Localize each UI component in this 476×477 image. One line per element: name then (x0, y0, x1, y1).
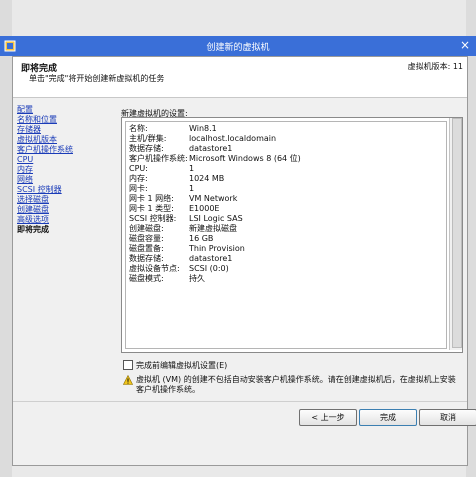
settings-row: 内存: 1024 MB (129, 174, 443, 184)
settings-key: 磁盘容量: (129, 234, 164, 243)
settings-list: 名称: Win8.1 主机/群集: localhost.localdomain 数据… (125, 121, 447, 349)
settings-row: 名称: Win8.1 (129, 124, 443, 134)
nav-item-storage[interactable]: 存储器 (17, 125, 117, 135)
settings-value: 1 (189, 184, 195, 193)
settings-value: localhost.localdomain (189, 134, 277, 143)
settings-key: 磁盘置备: (129, 244, 164, 253)
nav-item-select-disk[interactable]: 选择磁盘 (17, 195, 117, 205)
settings-key: 主机/群集: (129, 134, 167, 143)
vm-version-label: 虚拟机版本: 11 (407, 62, 463, 71)
settings-row: 客户机操作系统: Microsoft Windows 8 (64 位) (129, 154, 443, 164)
nav-item-vm-version[interactable]: 虚拟机版本 (17, 135, 117, 145)
settings-key: 创建磁盘: (129, 224, 164, 233)
settings-value: VM Network (189, 194, 238, 203)
settings-value: 1024 MB (189, 174, 225, 183)
settings-value: Thin Provision (189, 244, 245, 253)
settings-key: 磁盘模式: (129, 274, 164, 283)
wizard-header: 即将完成 单击"完成"将开始创建新虚拟机的任务 虚拟机版本: 11 (13, 57, 467, 98)
window-title: 创建新的虚拟机 (206, 43, 270, 53)
settings-key: 名称: (129, 124, 148, 133)
settings-key: CPU: (129, 164, 148, 173)
settings-value: E1000E (189, 204, 220, 213)
settings-value: SCSI (0:0) (189, 264, 229, 273)
settings-row: SCSI 控制器: LSI Logic SAS (129, 214, 443, 224)
settings-row: 创建磁盘: 新建虚拟磁盘 (129, 224, 443, 234)
desktop-background-left (0, 0, 12, 477)
nav-item-advanced-options[interactable]: 高级选项 (17, 215, 117, 225)
settings-key: 数据存储: (129, 144, 164, 153)
settings-row: 数据存储: datastore1 (129, 254, 443, 264)
edit-settings-label[interactable]: 完成前编辑虚拟机设置(E) (136, 360, 227, 371)
settings-value: LSI Logic SAS (189, 214, 243, 223)
settings-value: 1 (189, 164, 195, 173)
back-button[interactable]: < 上一步 (299, 409, 357, 426)
nav-item-cpu[interactable]: CPU (17, 155, 117, 165)
settings-key: 网卡 1 类型: (129, 204, 174, 213)
settings-row: 磁盘模式: 持久 (129, 274, 443, 284)
settings-value: Microsoft Windows 8 (64 位) (189, 154, 301, 163)
settings-key: SCSI 控制器: (129, 214, 177, 223)
button-separator (13, 401, 467, 402)
scrollbar-thumb[interactable] (452, 118, 462, 348)
settings-key: 客户机操作系统: (129, 154, 188, 163)
nav-item-guest-os[interactable]: 客户机操作系统 (17, 145, 117, 155)
settings-row: 磁盘容量: 16 GB (129, 234, 443, 244)
nav-item-network[interactable]: 网络 (17, 175, 117, 185)
nav-item-scsi-controller[interactable]: SCSI 控制器 (17, 185, 117, 195)
nav-item-create-disk[interactable]: 创建磁盘 (17, 205, 117, 215)
wizard-steps-nav: 配置 名称和位置 存储器 虚拟机版本 客户机操作系统 CPU 内存 网络 SCS… (17, 105, 117, 235)
settings-row: 磁盘置备: Thin Provision (129, 244, 443, 254)
cancel-button[interactable]: 取消 (419, 409, 476, 426)
settings-row: CPU: 1 (129, 164, 443, 174)
settings-key: 虚拟设备节点: (129, 264, 180, 273)
settings-value: 持久 (189, 274, 205, 283)
settings-value: 16 GB (189, 234, 214, 243)
close-icon[interactable]: × (460, 38, 470, 52)
settings-row: 网卡 1 网络: VM Network (129, 194, 443, 204)
warning-icon (123, 375, 133, 385)
warning-text: 虚拟机 (VM) 的创建不包括自动安装客户机操作系统。请在创建虚拟机后，在虚拟机… (136, 375, 456, 394)
settings-panel: 名称: Win8.1 主机/群集: localhost.localdomain 数据… (121, 117, 463, 353)
settings-value: 新建虚拟磁盘 (189, 224, 237, 233)
nav-item-memory[interactable]: 内存 (17, 165, 117, 175)
settings-row: 主机/群集: localhost.localdomain (129, 134, 443, 144)
new-vm-wizard-dialog: 即将完成 单击"完成"将开始创建新虚拟机的任务 虚拟机版本: 11 配置 名称和… (12, 56, 476, 466)
settings-value: datastore1 (189, 144, 233, 153)
settings-row: 网卡: 1 (129, 184, 443, 194)
settings-key: 网卡 1 网络: (129, 194, 174, 203)
settings-scrollbar[interactable] (449, 118, 462, 350)
edit-settings-checkbox[interactable] (123, 360, 133, 370)
finish-button[interactable]: 完成 (359, 409, 417, 426)
settings-row: 网卡 1 类型: E1000E (129, 204, 443, 214)
page-subtitle: 单击"完成"将开始创建新虚拟机的任务 (29, 74, 165, 83)
settings-row: 数据存储: datastore1 (129, 144, 443, 154)
settings-key: 内存: (129, 174, 148, 183)
settings-row: 虚拟设备节点: SCSI (0:0) (129, 264, 443, 274)
settings-key: 网卡: (129, 184, 148, 193)
window-titlebar[interactable]: 创建新的虚拟机 × (0, 36, 476, 56)
nav-item-config[interactable]: 配置 (17, 105, 117, 115)
settings-key: 数据存储: (129, 254, 164, 263)
settings-value: Win8.1 (189, 124, 217, 133)
nav-item-ready-to-complete: 即将完成 (17, 225, 49, 234)
nav-item-name-location[interactable]: 名称和位置 (17, 115, 117, 125)
settings-value: datastore1 (189, 254, 233, 263)
